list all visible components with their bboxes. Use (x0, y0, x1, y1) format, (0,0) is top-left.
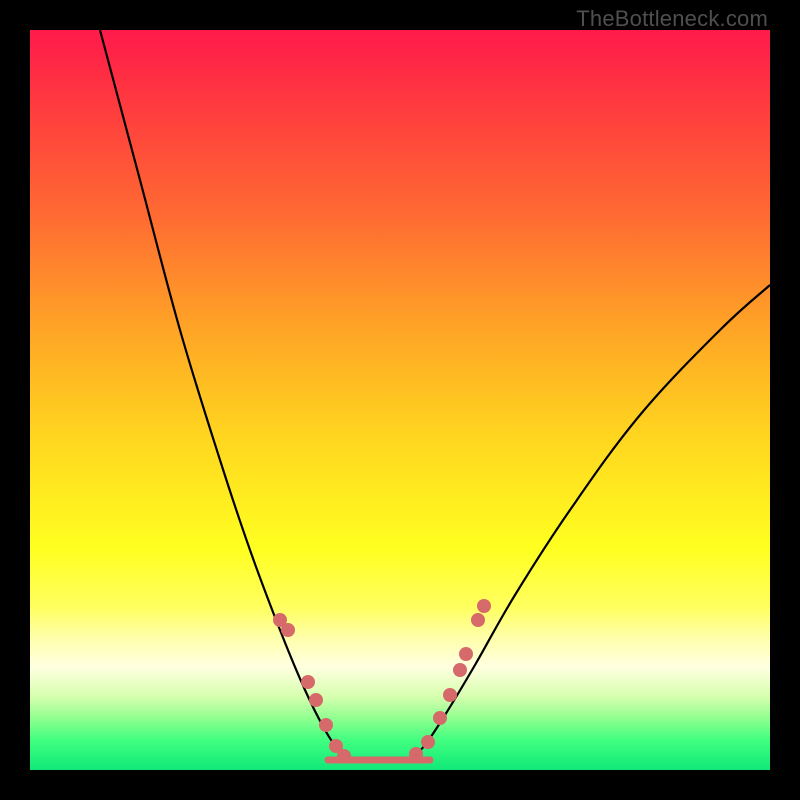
data-dot (337, 749, 351, 763)
chart-frame: TheBottleneck.com (0, 0, 800, 800)
data-dot (409, 747, 423, 761)
watermark-text: TheBottleneck.com (576, 6, 768, 32)
curve-layer (30, 30, 770, 770)
dots-left-group (273, 613, 351, 763)
data-dot (281, 623, 295, 637)
data-dot (319, 718, 333, 732)
data-dot (421, 735, 435, 749)
data-dot (309, 693, 323, 707)
plot-area (30, 30, 770, 770)
data-dot (433, 711, 447, 725)
data-dot (443, 688, 457, 702)
curve-right-branch (410, 285, 770, 760)
data-dot (459, 647, 473, 661)
curve-left-branch (100, 30, 350, 760)
data-dot (471, 613, 485, 627)
data-dot (453, 663, 467, 677)
data-dot (301, 675, 315, 689)
dots-right-group (409, 599, 491, 761)
data-dot (477, 599, 491, 613)
